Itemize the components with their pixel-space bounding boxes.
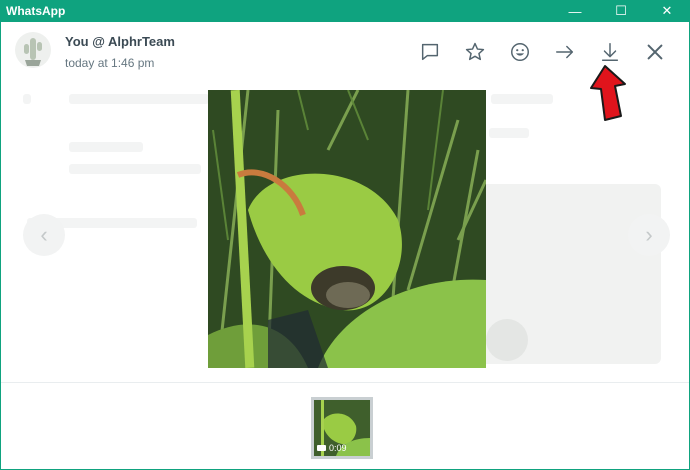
video-camera-icon [317,445,326,451]
download-icon [601,43,618,61]
bird-nest-photo [208,90,486,368]
avatar[interactable] [15,32,51,68]
reply-button[interactable] [407,38,452,66]
viewer-actions [407,38,677,66]
red-arrow-annotation-icon [590,65,626,121]
viewer-header: You @ AlphrTeam today at 1:46 pm [1,22,689,84]
next-media-button[interactable]: › [628,214,670,256]
star-button[interactable] [452,38,497,66]
react-button[interactable] [497,38,542,66]
forward-button[interactable] [542,38,587,66]
forward-icon [555,45,573,59]
reply-icon [421,43,438,61]
download-button[interactable] [587,38,632,66]
close-viewer-button[interactable] [632,38,677,66]
window-titlebar: WhatsApp — ☐ ✕ [0,0,690,22]
close-icon [647,44,662,60]
minimize-button[interactable]: — [552,0,598,22]
media-viewer: You @ AlphrTeam today at 1:46 pm ‹ › 0:0… [0,22,690,470]
media-thumbnail-strip: 0:09 [1,382,689,469]
message-timestamp: today at 1:46 pm [65,56,155,70]
emoji-icon [510,43,529,61]
media-preview[interactable] [208,90,486,368]
maximize-button[interactable]: ☐ [598,0,644,22]
previous-media-button[interactable]: ‹ [23,214,65,256]
star-icon [465,42,484,61]
video-duration: 0:09 [317,443,347,453]
app-title: WhatsApp [6,4,66,18]
sender-name: You @ AlphrTeam [65,34,175,49]
cactus-avatar-icon [24,38,42,66]
video-duration-text: 0:09 [329,443,347,453]
window-close-button[interactable]: ✕ [644,0,690,22]
media-thumbnail[interactable]: 0:09 [311,397,373,459]
